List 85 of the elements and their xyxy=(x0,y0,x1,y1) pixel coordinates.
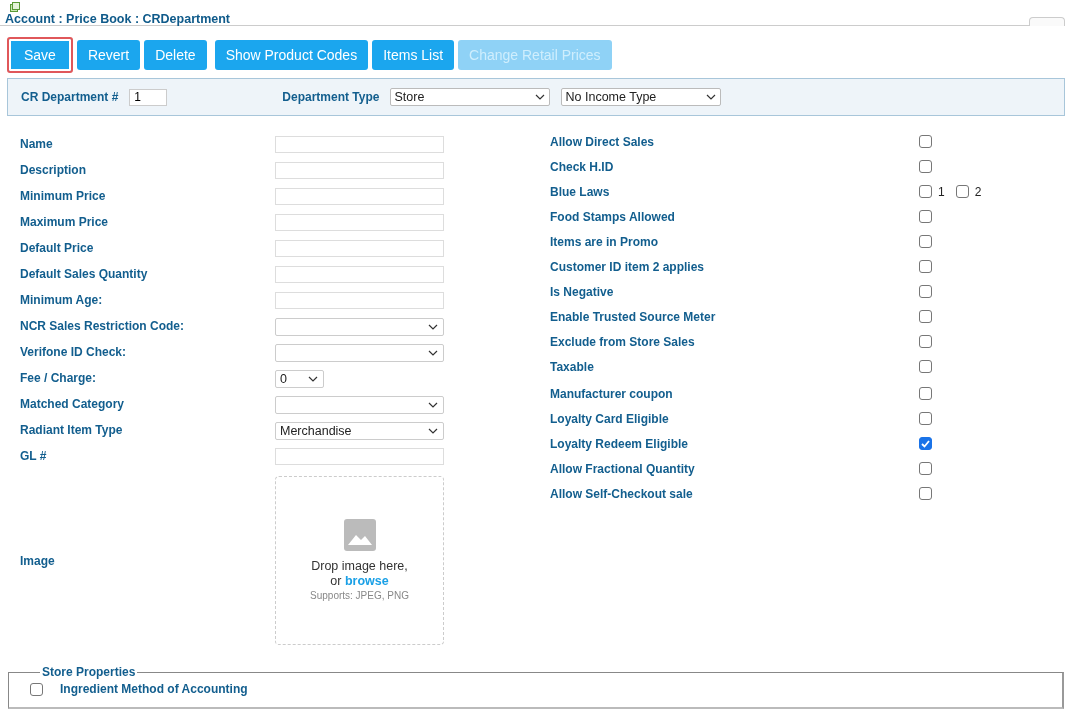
option-label: Customer ID item 2 applies xyxy=(550,259,706,274)
option-label: Allow Fractional Quantity xyxy=(550,461,696,476)
caret-icon xyxy=(705,94,716,100)
text-field[interactable] xyxy=(275,136,444,153)
field-label: Maximum Price xyxy=(20,215,110,229)
dropdown[interactable]: Merchandise xyxy=(275,422,444,440)
toolbar-button[interactable]: Items List xyxy=(372,40,455,70)
image-icon xyxy=(343,519,376,551)
text-field[interactable] xyxy=(275,240,444,257)
option-label: Blue Laws xyxy=(550,184,611,199)
field-label: Matched Category xyxy=(20,397,126,411)
checkbox[interactable] xyxy=(919,235,932,248)
checkbox[interactable] xyxy=(919,487,932,500)
option-label: Is Negative xyxy=(550,284,615,299)
option-label: Check H.ID xyxy=(550,159,615,174)
text-field[interactable] xyxy=(275,448,444,465)
field-label: Verifone ID Check: xyxy=(20,345,128,359)
option-label: Allow Direct Sales xyxy=(550,134,656,149)
checkbox-label: 1 xyxy=(938,184,945,199)
field-label: Radiant Item Type xyxy=(20,423,124,437)
caret-icon xyxy=(428,402,438,408)
option-label: Food Stamps Allowed xyxy=(550,209,676,224)
checkbox[interactable] xyxy=(919,462,932,475)
field-label: Default Price xyxy=(20,241,95,255)
option-label: Ingredient Method of Accounting xyxy=(60,682,248,696)
checkbox-label: 2 xyxy=(974,184,982,199)
text-field[interactable] xyxy=(275,292,444,309)
checkmark-icon xyxy=(921,439,930,448)
option-label: Allow Self-Checkout sale xyxy=(550,486,694,501)
option-label: Enable Trusted Source Meter xyxy=(550,309,717,324)
option-label: Loyalty Card Eligible xyxy=(550,411,670,426)
toolbar-button[interactable]: Revert xyxy=(76,40,141,70)
field-label: Fee / Charge: xyxy=(20,371,98,385)
caret-icon xyxy=(534,94,545,100)
checkbox[interactable] xyxy=(919,285,932,298)
toolbar-button[interactable]: Show Product Codes xyxy=(214,40,369,70)
field-label: Description xyxy=(20,163,87,177)
checkbox[interactable] xyxy=(919,412,932,425)
toolbar-button[interactable]: Save xyxy=(7,37,73,73)
text-field[interactable] xyxy=(275,214,444,231)
field-label: Image xyxy=(20,554,56,568)
checkbox[interactable] xyxy=(919,160,932,173)
field-label: Minimum Price xyxy=(20,189,107,203)
field-label: GL # xyxy=(20,449,48,463)
drop-instructions: Drop image here, or browse xyxy=(311,559,408,589)
checkbox[interactable] xyxy=(30,682,43,696)
checkbox[interactable] xyxy=(919,210,932,223)
option-label: Taxable xyxy=(550,359,595,374)
group-title: Store Properties xyxy=(41,665,137,679)
toolbar-button[interactable]: Delete xyxy=(144,40,207,70)
checkbox[interactable] xyxy=(919,310,932,323)
option-label: Items are in Promo xyxy=(550,234,660,249)
income-type-select[interactable]: No Income Type xyxy=(560,88,721,106)
caret-icon xyxy=(428,324,438,330)
field-label: Department Type xyxy=(282,90,380,104)
text-field[interactable] xyxy=(275,162,444,179)
text-field[interactable] xyxy=(275,266,444,283)
field-label: Minimum Age: xyxy=(20,293,104,307)
field-label: CR Department # xyxy=(21,90,119,104)
checkbox[interactable] xyxy=(919,335,932,348)
checkbox[interactable] xyxy=(919,437,932,450)
page-title: Account : Price Book : CRDepartment xyxy=(5,12,231,26)
checkbox[interactable] xyxy=(919,185,932,198)
checkbox[interactable] xyxy=(919,260,932,273)
department-type-select[interactable]: Store xyxy=(389,88,550,106)
checkbox[interactable] xyxy=(919,135,932,148)
supported-formats: Supports: JPEG, PNG xyxy=(310,590,409,601)
option-label: Manufacturer coupon xyxy=(550,386,674,401)
field-label: Name xyxy=(20,137,54,151)
field-label: NCR Sales Restriction Code: xyxy=(20,319,186,333)
pages-icon xyxy=(10,2,20,12)
option-label: Exclude from Store Sales xyxy=(550,334,696,349)
checkbox[interactable] xyxy=(919,387,932,400)
dropdown[interactable]: 0 xyxy=(275,370,324,388)
caret-icon xyxy=(428,350,438,356)
caret-icon xyxy=(428,428,438,434)
text-field[interactable] xyxy=(275,188,444,205)
department-number-field[interactable]: 1 xyxy=(129,88,168,106)
caret-icon xyxy=(308,376,318,382)
browse-link[interactable]: browse xyxy=(344,574,389,588)
checkbox[interactable] xyxy=(955,185,969,198)
option-label: Loyalty Redeem Eligible xyxy=(550,436,690,451)
checkbox[interactable] xyxy=(919,360,932,373)
image-drop-zone[interactable]: Drop image here, or browse Supports: JPEG, PNG xyxy=(275,475,444,645)
field-label: Default Sales Quantity xyxy=(20,267,149,281)
